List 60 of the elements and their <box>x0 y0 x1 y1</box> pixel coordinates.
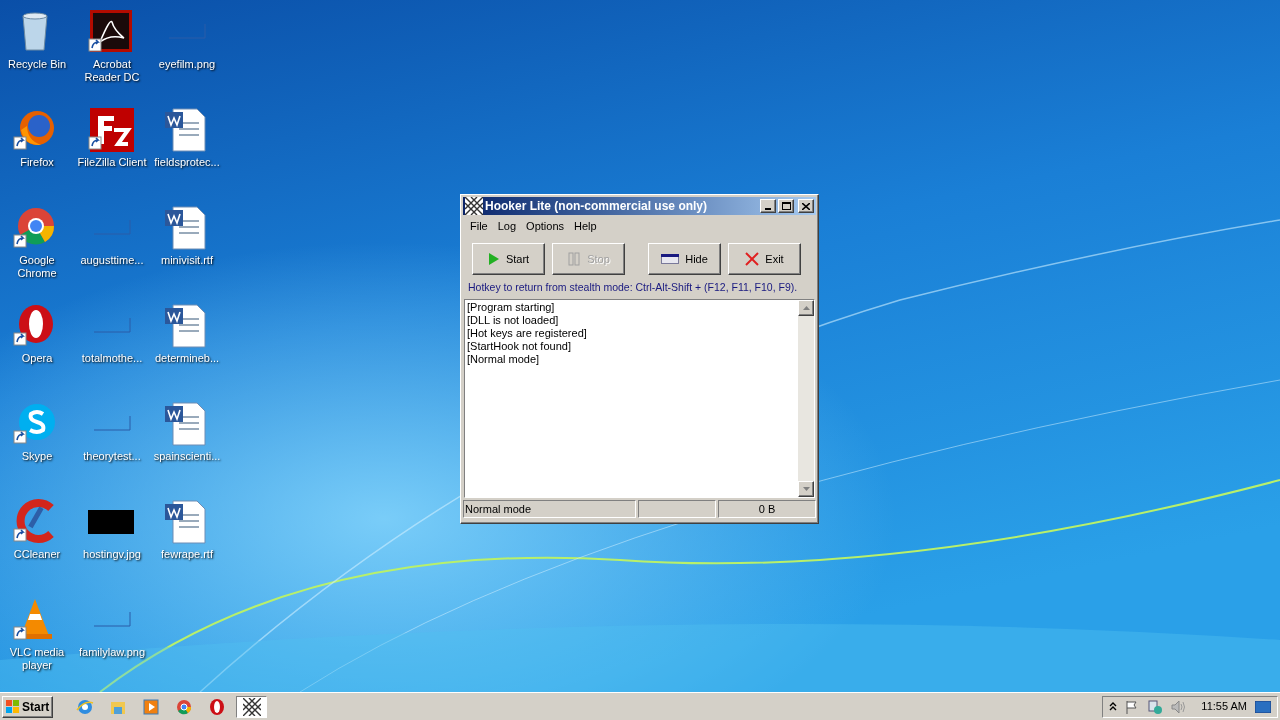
close-button[interactable] <box>798 199 814 213</box>
windows-logo-icon <box>6 699 20 714</box>
down-arrow-icon <box>802 486 810 491</box>
desktop-icon-label[interactable]: totalmothe... <box>81 352 143 365</box>
scroll-up-button[interactable] <box>798 299 814 316</box>
desktop-icon-label[interactable]: Google Chrome <box>0 254 74 280</box>
desktop-icon-label[interactable]: VLC media player <box>0 646 74 672</box>
maximize-button[interactable] <box>778 199 794 213</box>
close-icon <box>745 252 760 266</box>
window-title: Hooker Lite (non-commercial use only) <box>485 198 709 215</box>
scroll-down-button[interactable] <box>798 480 814 497</box>
chevron-up-icon[interactable] <box>1109 702 1118 711</box>
log-line: [StartHook not found] <box>467 339 572 353</box>
up-arrow-icon <box>802 305 810 310</box>
desktop-icon-label[interactable]: eyefilm.png <box>158 58 216 71</box>
menu-item[interactable]: Options <box>521 217 569 235</box>
hotkey-hint: Hotkey to return from stealth mode: Ctrl-Alt-Shift + (F12, F11, F10, F9). <box>467 280 799 295</box>
media-player-icon <box>141 697 160 716</box>
maximize-icon <box>781 202 791 210</box>
app-icon <box>465 197 483 215</box>
log-line: [Program starting] <box>467 300 556 314</box>
browser-icon <box>75 697 94 716</box>
desktop-icon-label[interactable]: augusttime... <box>80 254 144 267</box>
minimize-button[interactable] <box>760 199 776 213</box>
ftp-icon[interactable] <box>88 106 136 154</box>
desktop-icon-label[interactable]: minivisit.rtf <box>161 254 213 267</box>
show-desktop-icon[interactable] <box>1255 700 1271 713</box>
flag-icon[interactable] <box>1125 699 1140 714</box>
toolbar-button[interactable]: Hide <box>648 243 721 275</box>
menu-item[interactable]: File <box>465 217 493 235</box>
menu-item[interactable]: Log <box>492 217 522 235</box>
desktop-icon-label[interactable]: fieldsprotec... <box>154 156 220 169</box>
toolbar-button[interactable]: Exit <box>728 243 801 275</box>
minimize-icon <box>765 208 771 210</box>
clock[interactable]: 11:55 AM <box>1201 698 1247 715</box>
window-icon <box>661 254 680 264</box>
play-icon <box>487 252 500 266</box>
desktop-icon-label[interactable]: CCleaner <box>13 548 61 561</box>
desktop-icon-label[interactable]: determineb... <box>154 352 220 365</box>
pause-icon <box>567 252 582 266</box>
status-size: 0 B <box>718 499 816 518</box>
browser-icon <box>207 697 226 716</box>
toolbar-button[interactable]: Start <box>472 243 545 275</box>
log-line: [DLL is not loaded] <box>467 313 560 327</box>
menu-item[interactable]: Help <box>569 217 602 235</box>
status-mode: Normal mode <box>463 499 636 518</box>
app-icon <box>242 697 261 716</box>
desktop-icon-label[interactable]: Recycle Bin <box>7 58 67 71</box>
start-button[interactable]: Start <box>2 695 54 718</box>
desktop-icon-label[interactable]: FileZilla Client <box>77 156 147 169</box>
scrollbar[interactable] <box>798 299 814 497</box>
browser-icon <box>174 697 193 716</box>
close-icon <box>802 202 810 210</box>
desktop-icon-label[interactable]: Opera <box>21 352 53 365</box>
desktop-icon-label[interactable]: Skype <box>21 450 53 463</box>
log-line: [Hot keys are registered] <box>467 326 588 340</box>
desktop-icon-label[interactable]: Acrobat Reader DC <box>75 58 149 84</box>
log-line: [Normal mode] <box>467 352 541 366</box>
desktop-icon-label[interactable]: Firefox <box>20 156 54 169</box>
taskbar-button[interactable] <box>236 695 268 718</box>
